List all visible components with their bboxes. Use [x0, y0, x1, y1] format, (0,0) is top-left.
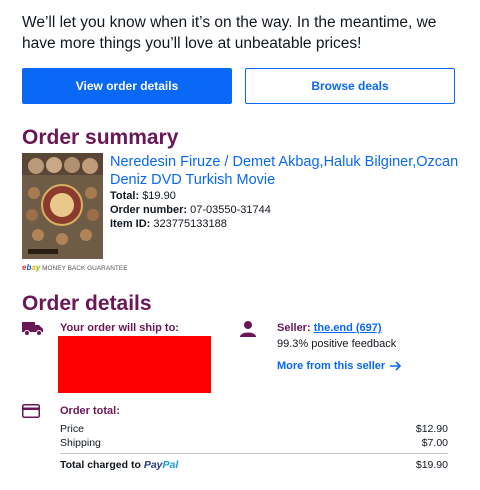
dvd-cover-image — [22, 153, 103, 259]
confirmation-message: We’ll let you know when it’s on the way.… — [22, 14, 437, 52]
seller-info: Seller: the.end (697) — [277, 322, 382, 334]
order-summary-heading: Order summary — [22, 126, 179, 149]
order-details-heading: Order details — [22, 292, 152, 315]
price-row: Price $12.90 — [60, 423, 448, 435]
order-total-label: Order total: — [60, 405, 120, 417]
ship-to-label: Your order will ship to: — [60, 322, 179, 334]
seller-label: Seller: — [277, 322, 311, 334]
item-thumbnail[interactable] — [22, 153, 103, 259]
arrow-right-icon — [390, 361, 402, 371]
total-charged-row: Total charged to PayPal $19.90 — [60, 459, 448, 471]
credit-card-icon — [22, 404, 40, 423]
total-charged-label-group: Total charged to PayPal — [60, 459, 178, 471]
browse-deals-button[interactable]: Browse deals — [245, 68, 455, 104]
item-id: Item ID: 323775133188 — [110, 218, 227, 230]
order-number-label: Order number: — [110, 204, 188, 216]
truck-icon — [22, 320, 44, 341]
person-icon — [240, 320, 256, 343]
order-number-value: 07-03550-31744 — [190, 204, 271, 216]
money-back-guarantee-badge: ebay MONEY BACK GUARANTEE — [22, 263, 128, 272]
more-from-seller-link[interactable]: More from this seller — [277, 360, 402, 372]
paypal-logo: PayPal — [143, 459, 179, 471]
price-value: $12.90 — [415, 423, 448, 435]
item-id-label: Item ID: — [110, 218, 151, 230]
view-order-details-button[interactable]: View order details — [22, 68, 232, 104]
seller-feedback: 99.3% positive feedback — [277, 338, 397, 350]
item-title-link[interactable]: Neredesin Firuze / Demet Akbag,Haluk Bil… — [110, 153, 470, 189]
total-divider — [60, 453, 448, 454]
ebay-logo: ebay — [22, 263, 41, 272]
price-label: Price — [60, 423, 84, 435]
more-from-seller-label: More from this seller — [277, 360, 386, 372]
item-total-label: Total: — [110, 190, 140, 202]
guarantee-text: MONEY BACK GUARANTEE — [42, 265, 128, 272]
item-total: Total: $19.90 — [110, 190, 176, 202]
order-number: Order number: 07-03550-31744 — [110, 204, 271, 216]
shipping-value: $7.00 — [421, 437, 448, 449]
seller-name-link[interactable]: the.end (697) — [314, 322, 382, 334]
item-total-value: $19.90 — [142, 190, 176, 202]
item-id-value: 323775133188 — [153, 218, 227, 230]
shipping-label: Shipping — [60, 437, 101, 449]
shipping-row: Shipping $7.00 — [60, 437, 448, 449]
total-charged-label: Total charged to — [60, 459, 141, 471]
total-charged-value: $19.90 — [415, 459, 448, 471]
redacted-shipping-address — [58, 336, 211, 393]
